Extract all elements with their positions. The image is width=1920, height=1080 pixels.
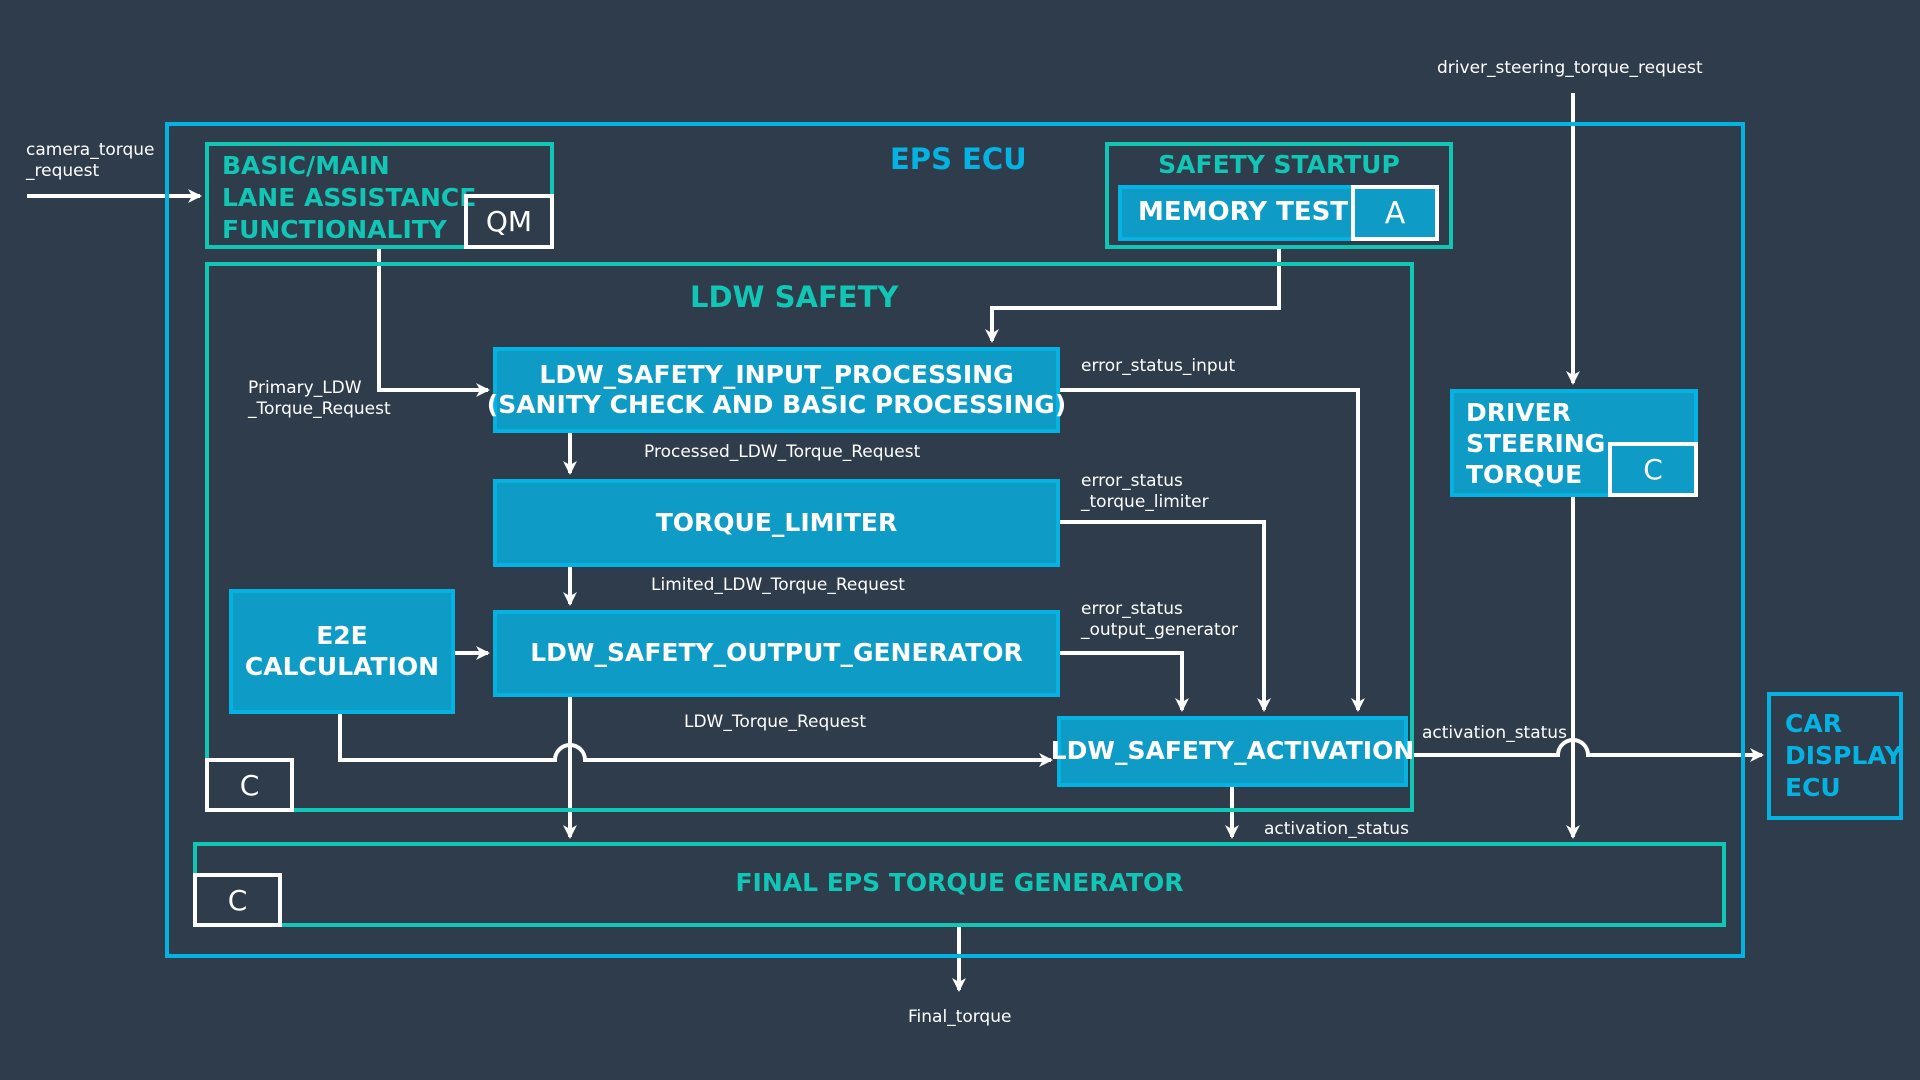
label-processed: Processed_LDW_Torque_Request	[644, 442, 921, 462]
label-error-status-output: error_status _output_generator	[1081, 599, 1239, 640]
label-error-status-input: error_status_input	[1081, 356, 1236, 376]
safety-startup-title: SAFETY STARTUP	[1158, 150, 1400, 179]
asil-badge-final-c: C	[193, 873, 282, 927]
asil-badge-ldw-c: C	[205, 758, 294, 812]
ldw-safety-title: LDW SAFETY	[690, 280, 899, 314]
label-error-status-limiter: error_status _torque_limiter	[1081, 471, 1209, 512]
label-activation-status-final: activation_status	[1264, 819, 1409, 839]
asil-badge-qm: QM	[464, 194, 554, 249]
output-generator-block[interactable]: LDW_SAFETY_OUTPUT_GENERATOR	[493, 610, 1060, 697]
car-display-ecu-block[interactable]: CAR DISPLAY ECU	[1767, 692, 1903, 820]
label-limited: Limited_LDW_Torque_Request	[651, 575, 905, 595]
label-ldw-torque-request: LDW_Torque_Request	[684, 712, 867, 732]
input-processing-block[interactable]: LDW_SAFETY_INPUT_PROCESSING (SANITY CHEC…	[487, 347, 1066, 433]
label-final-torque: Final_torque	[908, 1007, 1012, 1027]
asil-badge-a: A	[1351, 185, 1439, 241]
label-camera-torque-request: camera_torque _request	[26, 140, 155, 181]
memory-test-block[interactable]: MEMORY TEST	[1118, 185, 1358, 241]
label-driver-steering-request: driver_steering_torque_request	[1437, 58, 1703, 78]
final-generator-title: FINAL EPS TORQUE GENERATOR	[735, 868, 1184, 897]
label-primary-ldw: Primary_LDW _Torque_Request	[248, 378, 391, 419]
driver-steering-title: DRIVER STEERING TORQUE	[1466, 398, 1606, 489]
asil-badge-driver-c: C	[1608, 442, 1698, 497]
car-display-title: CAR DISPLAY ECU	[1785, 709, 1903, 802]
activation-block[interactable]: LDW_SAFETY_ACTIVATION	[1051, 716, 1414, 787]
e2e-calculation-block[interactable]: E2E CALCULATION	[229, 589, 455, 714]
basic-main-title: BASIC/MAIN LANE ASSISTANCE FUNCTIONALITY	[222, 151, 477, 244]
label-activation-status-display: activation_status	[1422, 723, 1567, 743]
eps-ecu-title: EPS ECU	[890, 142, 1027, 176]
torque-limiter-block[interactable]: TORQUE_LIMITER	[493, 479, 1060, 567]
